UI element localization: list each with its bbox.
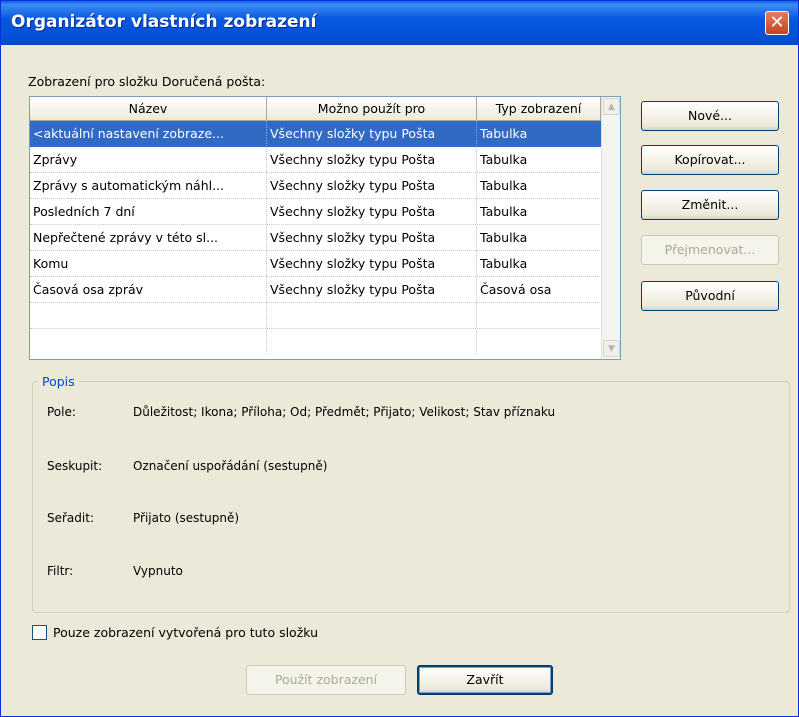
close-button[interactable]: Zavřít [417, 665, 553, 695]
reset-view-button[interactable]: Původní [641, 281, 779, 311]
description-group-title: Popis [38, 374, 79, 389]
view-name-cell: Komu [30, 251, 267, 276]
column-header-can-be-used-on[interactable]: Možno použít pro [267, 97, 477, 121]
group-by-value: Označení uspořádání (sestupně) [133, 459, 328, 473]
window-title: Organizátor vlastních zobrazení [11, 12, 317, 32]
view-name-cell: Zprávy [30, 147, 267, 172]
empty-cell [267, 329, 477, 354]
sort-value: Přijato (sestupně) [133, 511, 240, 525]
fields-label: Pole: [47, 405, 76, 419]
views-for-folder-label: Zobrazení pro složku Doručená pošta: [28, 74, 266, 89]
empty-cell [30, 329, 267, 354]
view-scope-cell: Všechny složky typu Pošta [267, 277, 477, 302]
table-row[interactable]: Posledních 7 dní Všechny složky typu Poš… [30, 199, 602, 225]
table-row[interactable]: <aktuální nastavení zobraze... Všechny s… [30, 121, 602, 147]
table-row[interactable]: Časová osa zpráv Všechny složky typu Poš… [30, 277, 602, 303]
copy-view-button[interactable]: Kopírovat... [641, 145, 779, 175]
table-row[interactable]: Zprávy Všechny složky typu Pošta Tabulka [30, 147, 602, 173]
view-scope-cell: Všechny složky typu Pošta [267, 121, 477, 146]
fields-value: Důležitost; Ikona; Příloha; Od; Předmět;… [133, 405, 556, 419]
view-type-cell: Časová osa [477, 277, 602, 302]
new-view-button[interactable]: Nové... [641, 101, 779, 131]
view-type-cell: Tabulka [477, 199, 602, 224]
column-header-name[interactable]: Název [30, 97, 267, 121]
view-type-cell: Tabulka [477, 173, 602, 198]
views-list[interactable]: Název Možno použít pro Typ zobrazení <ak… [29, 96, 621, 360]
filter-value: Vypnuto [133, 564, 183, 578]
view-scope-cell: Všechny složky typu Pošta [267, 147, 477, 172]
view-scope-cell: Všechny složky typu Pošta [267, 173, 477, 198]
modify-view-button[interactable]: Změnit... [641, 190, 779, 220]
empty-cell [477, 329, 602, 354]
view-scope-cell: Všechny složky typu Pošta [267, 225, 477, 250]
view-type-cell: Tabulka [477, 251, 602, 276]
view-scope-cell: Všechny složky typu Pošta [267, 199, 477, 224]
view-type-cell: Tabulka [477, 121, 602, 146]
scroll-up-icon[interactable]: ▲ [603, 98, 620, 115]
only-this-folder-label[interactable]: Pouze zobrazení vytvořená pro tuto složk… [53, 625, 318, 640]
table-row[interactable]: Komu Všechny složky typu Pošta Tabulka [30, 251, 602, 277]
table-row[interactable]: Zprávy s automatickým náhl... Všechny sl… [30, 173, 602, 199]
view-name-cell: Časová osa zpráv [30, 277, 267, 302]
view-name-cell: Zprávy s automatickým náhl... [30, 173, 267, 198]
title-bar[interactable]: Organizátor vlastních zobrazení ✕ [1, 1, 798, 45]
view-scope-cell: Všechny složky typu Pošta [267, 251, 477, 276]
scroll-down-icon[interactable]: ▼ [603, 340, 620, 357]
view-name-cell: Nepřečtené zprávy v této sl... [30, 225, 267, 250]
sort-label: Seřadit: [47, 511, 94, 525]
table-row[interactable]: Nepřečtené zprávy v této sl... Všechny s… [30, 225, 602, 251]
rename-view-button[interactable]: Přejmenovat... [641, 235, 779, 265]
vertical-scrollbar[interactable]: ▲ ▼ [601, 97, 620, 359]
view-name-cell: <aktuální nastavení zobraze... [30, 121, 267, 146]
column-header-view-type[interactable]: Typ zobrazení [477, 97, 601, 121]
empty-row [30, 303, 602, 329]
empty-cell [30, 303, 267, 328]
group-by-label: Seskupit: [47, 459, 103, 473]
view-name-cell: Posledních 7 dní [30, 199, 267, 224]
only-this-folder-checkbox[interactable] [32, 625, 47, 640]
empty-row [30, 329, 602, 355]
view-type-cell: Tabulka [477, 147, 602, 172]
view-type-cell: Tabulka [477, 225, 602, 250]
apply-view-button[interactable]: Použít zobrazení [246, 665, 406, 695]
filter-label: Filtr: [47, 564, 74, 578]
custom-views-dialog: Organizátor vlastních zobrazení ✕ Zobraz… [0, 0, 799, 717]
empty-cell [477, 303, 602, 328]
empty-cell [267, 303, 477, 328]
close-window-button[interactable]: ✕ [765, 11, 789, 35]
